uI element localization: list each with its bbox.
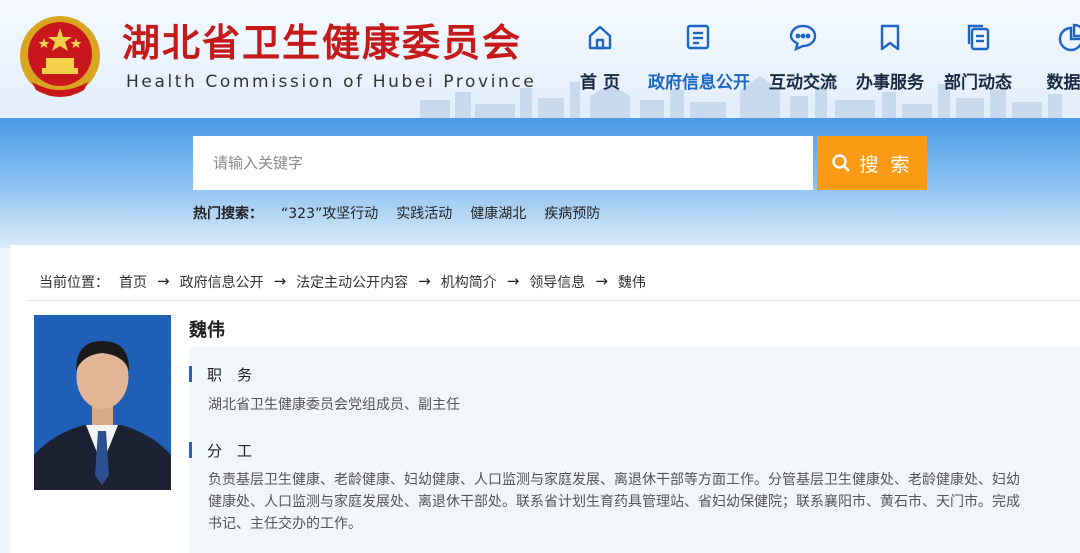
arrow-right-icon: →	[418, 272, 431, 290]
nav-item-services[interactable]: 办事服务	[840, 22, 940, 102]
division-line: 书记、主任交办的工作。	[208, 516, 362, 532]
home-icon	[588, 25, 612, 50]
site-header: 湖北省卫生健康委员会 Health Commission of Hubei Pr…	[0, 0, 1080, 118]
bookmark-icon	[880, 24, 900, 51]
divider	[28, 300, 1080, 301]
arrow-right-icon: →	[157, 272, 170, 290]
division-text: 负责基层卫生健康、老龄健康、妇幼健康、人口监测与家庭发展、离退休干部等方面工作。…	[208, 469, 1068, 535]
division-line: 负责基层卫生健康、老龄健康、妇幼健康、人口监测与家庭发展、离退休干部等方面工作。…	[208, 472, 1020, 488]
search-input[interactable]	[193, 136, 813, 190]
nav-item-label: 首 页	[580, 73, 620, 93]
site-title-english: Health Commission of Hubei Province	[126, 72, 537, 92]
national-emblem-logo	[20, 16, 100, 97]
nav-item-label: 办事服务	[856, 73, 924, 93]
portrait-illustration	[34, 315, 171, 490]
nav-item-home[interactable]: 首 页	[550, 22, 650, 102]
breadcrumb-item[interactable]: 首页	[119, 272, 147, 292]
duty-heading: 职 务	[189, 364, 252, 385]
nav-item-label: 部门动态	[944, 73, 1012, 93]
breadcrumb-current: 魏伟	[617, 275, 646, 291]
duty-text: 湖北省卫生健康委员会党组成员、副主任	[208, 397, 460, 413]
leader-portrait	[34, 315, 171, 490]
nav-item-gov-info[interactable]: 政府信息公开	[648, 22, 750, 102]
nav-item-label: 互动交流	[769, 73, 837, 93]
search-icon	[832, 154, 851, 172]
leader-name: 魏伟	[189, 320, 225, 341]
breadcrumb-item[interactable]: 法定主动公开内容	[296, 272, 408, 292]
breadcrumb: 当前位置： 首页 → 政府信息公开 → 法定主动公开内容 → 机构简介 → 领导…	[39, 272, 646, 292]
search-button-label: 搜 索	[859, 153, 913, 176]
nav-item-label: 数据开	[1046, 73, 1080, 93]
division-line: 健康处、人口监测与家庭发展处、离退休干部处。联系省计划生育药具管理站、省妇幼保健…	[208, 494, 1020, 510]
arrow-right-icon: →	[595, 272, 608, 290]
arrow-right-icon: →	[273, 272, 287, 290]
breadcrumb-item[interactable]: 领导信息	[529, 272, 585, 292]
site-title-chinese: 湖北省卫生健康委员会	[122, 21, 523, 65]
breadcrumb-item[interactable]: 政府信息公开	[180, 272, 264, 292]
breadcrumb-item[interactable]: 机构简介	[441, 272, 497, 292]
hot-search-term[interactable]: “323”攻坚行动	[281, 203, 378, 223]
hot-search-term[interactable]: 健康湖北	[470, 203, 526, 223]
search-button[interactable]: 搜 索	[817, 136, 927, 190]
arrow-right-icon: →	[506, 272, 520, 290]
copy-icon	[967, 24, 990, 51]
pie-chart-icon	[1058, 23, 1080, 52]
chat-icon	[789, 24, 817, 52]
document-icon	[686, 24, 710, 50]
hot-search-term[interactable]: 疾病预防	[544, 203, 600, 223]
nav-item-interaction[interactable]: 互动交流	[753, 22, 853, 102]
division-heading: 分 工	[189, 440, 252, 461]
breadcrumb-label: 当前位置：	[39, 275, 109, 291]
hot-search-bar: 热门搜索： “323”攻坚行动 实践活动 健康湖北 疾病预防	[193, 203, 600, 223]
hot-search-term[interactable]: 实践活动	[396, 203, 452, 223]
nav-item-label: 政府信息公开	[648, 73, 750, 93]
nav-item-dept-news[interactable]: 部门动态	[928, 22, 1028, 102]
nav-item-data[interactable]: 数据开	[1022, 22, 1080, 102]
hot-search-label: 热门搜索：	[193, 206, 263, 222]
